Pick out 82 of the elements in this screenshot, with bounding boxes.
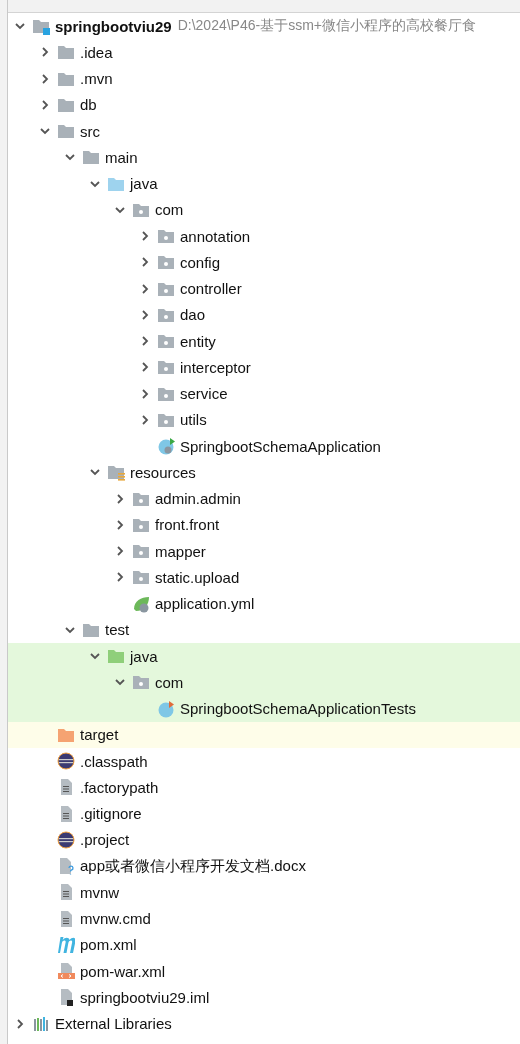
chevron-icon[interactable] [139,282,151,295]
chevron-icon[interactable] [39,72,51,85]
chevron-icon[interactable] [139,308,151,321]
highlighted-row[interactable]: com [8,669,520,696]
package-icon [157,358,175,377]
chevron-icon[interactable] [114,518,126,531]
tree-item-label[interactable]: utils [180,411,207,429]
tree-item-label[interactable]: External Libraries [55,1015,172,1033]
tree-item-label[interactable]: pom-war.xml [80,962,165,980]
tree-item-label[interactable]: .project [80,831,130,849]
package-icon [157,332,175,351]
tree-item-label[interactable]: com [155,201,184,219]
xml-file-icon [57,962,75,981]
tree-item-label[interactable]: front.front [155,516,220,534]
tree-item-label[interactable]: resources [130,463,196,481]
tree-item-label[interactable]: .factorypath [80,778,159,796]
chevron-icon[interactable] [139,413,151,426]
maven-icon [57,935,75,954]
tree-item-label[interactable]: db [80,96,97,114]
chevron-icon[interactable] [39,98,51,111]
leaf-icon [132,594,150,613]
tree-item-label[interactable]: interceptor [180,358,251,376]
chevron-icon[interactable] [139,335,151,348]
tree-item-label[interactable]: annotation [180,227,251,245]
eclipse-icon [57,830,75,849]
tree-item-label[interactable]: pom.xml [80,936,137,954]
project-path: D:\2024\P46-基于ssm+微信小程序的高校餐厅食 [177,17,477,36]
tree-item-label[interactable]: target [80,726,119,744]
highlighted-row[interactable]: target [8,721,520,748]
tree-item-label[interactable]: SpringbootSchemaApplicationTests [180,700,416,718]
tree-item-label[interactable]: .classpath [80,752,148,770]
chevron-icon[interactable] [114,492,126,505]
package-icon [132,673,150,692]
tree-item-label[interactable]: service [180,385,228,403]
tree-item-label[interactable]: .idea [80,43,113,61]
tree-item-label[interactable]: SpringbootSchemaApplication [180,437,381,455]
module-folder-icon [32,17,50,36]
eclipse-icon [57,752,75,771]
libraries-icon [32,1014,50,1033]
tree-item-label[interactable]: config [180,253,221,271]
chevron-icon[interactable] [139,230,151,243]
tree-item-label[interactable]: mvnw.cmd [80,910,151,928]
folder-icon [107,463,125,482]
package-icon [157,253,175,272]
tree-item-label[interactable]: .gitignore [80,805,142,823]
tree-item-label[interactable]: java [130,647,158,665]
folder-icon [82,148,100,167]
tree-item-label[interactable]: com [155,673,184,691]
package-icon [132,542,150,561]
tree-item-label[interactable]: controller [180,280,242,298]
class-icon [157,699,175,718]
chevron-icon[interactable] [39,46,51,59]
tree-item-label[interactable]: mapper [155,542,206,560]
chevron-icon[interactable] [139,387,151,400]
unknown-file-icon [57,857,75,876]
tree-item-label[interactable]: admin.admin [155,490,241,508]
tree-item-label[interactable]: springbootviu29.iml [80,988,210,1006]
tree-item-label[interactable]: dao [180,306,206,324]
tree-item-label[interactable]: .mvn [80,70,113,88]
tree-item-label[interactable]: src [80,122,100,140]
tree-item-label[interactable]: main [105,148,138,166]
folder-icon [57,122,75,141]
chevron-icon[interactable] [114,545,126,558]
tree-item-label[interactable]: mvnw [80,883,120,901]
chevron-icon[interactable] [14,1017,26,1030]
package-icon [132,568,150,587]
tree-item-label[interactable]: test [105,621,130,639]
highlighted-row[interactable]: java [8,643,520,670]
tree-item-label[interactable]: java [130,175,158,193]
class-icon [157,437,175,456]
folder-icon [107,647,125,666]
chevron-icon[interactable] [139,256,151,269]
highlighted-row[interactable]: SpringbootSchemaApplicationTests [8,695,520,722]
tree-item-label[interactable]: entity [180,332,216,350]
tree-item-label[interactable]: application.yml [155,595,255,613]
tree-item-label[interactable]: springbootviu29 [55,17,172,35]
package-icon [157,227,175,246]
chevron-icon[interactable] [139,361,151,374]
tree-item-label[interactable]: static.upload [155,568,240,586]
folder-icon [57,43,75,62]
chevron-icon[interactable] [114,571,126,584]
tree-item-label[interactable]: app或者微信小程序开发文档.docx [80,856,306,876]
